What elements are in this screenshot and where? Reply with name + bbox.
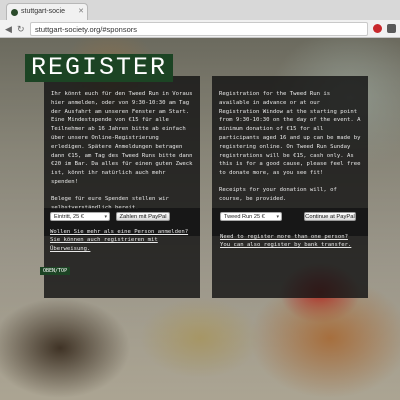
back-to-top-link[interactable]: OBEN/TOP	[40, 267, 71, 275]
url-field[interactable]: stuttgart-society.org/#sponsors	[30, 22, 368, 36]
ticket-select[interactable]: Tweed Run 25 € ▾	[220, 212, 282, 221]
address-bar: ◀ ↻ stuttgart-society.org/#sponsors	[0, 20, 400, 38]
close-tab-icon[interactable]: ✕	[78, 7, 84, 15]
link-line: Wollen Sie mehr als eine Person anmelden…	[50, 229, 189, 235]
back-icon[interactable]: ◀	[5, 23, 12, 35]
link-line: You can also register by bank transfer.	[220, 242, 352, 249]
link-line: Überweisung.	[50, 245, 91, 252]
paypal-button[interactable]: Continue at PayPal	[304, 212, 356, 221]
browser-tabbar: stuttgart-socie ✕	[0, 0, 400, 20]
info-paragraph: Registration for the Tweed Run is availa…	[219, 91, 361, 177]
link-line: Sie können auch registrieren mit	[50, 237, 158, 244]
info-paragraph: Receipts for your donation will, of cour…	[219, 187, 337, 203]
page-title: REGISTER	[25, 54, 174, 82]
bank-transfer-link[interactable]: Need to register more than one person? Y…	[220, 233, 351, 250]
registration-form-german: Eintritt, 25 € ▾ Zahlen mit PayPal Wolle…	[44, 208, 200, 298]
bank-transfer-link[interactable]: Wollen Sie mehr als eine Person anmelden…	[50, 228, 188, 253]
reload-icon[interactable]: ↻	[17, 23, 25, 35]
page-content: REGISTER Ihr könnt euch für den Tweed Ru…	[0, 38, 400, 400]
extension-icon[interactable]	[373, 24, 382, 33]
browser-tab[interactable]: stuttgart-socie ✕	[6, 3, 88, 20]
registration-form-english: Tweed Run 25 € ▾ Continue at PayPal Need…	[212, 208, 368, 298]
paypal-button[interactable]: Zahlen mit PayPal	[116, 212, 170, 221]
link-line: Need to register more than one person?	[220, 234, 348, 240]
ticket-select-value: Eintritt, 25 €	[54, 214, 84, 220]
ticket-select[interactable]: Eintritt, 25 € ▾	[50, 212, 110, 221]
tab-title: stuttgart-socie	[21, 8, 65, 15]
ticket-select-value: Tweed Run 25 €	[224, 214, 265, 220]
favicon-icon	[11, 9, 18, 16]
menu-icon[interactable]	[387, 24, 396, 33]
chevron-down-icon: ▾	[104, 214, 107, 220]
info-paragraph: Ihr könnt euch für den Tweed Run in Vora…	[51, 91, 193, 185]
chevron-down-icon: ▾	[276, 214, 279, 220]
